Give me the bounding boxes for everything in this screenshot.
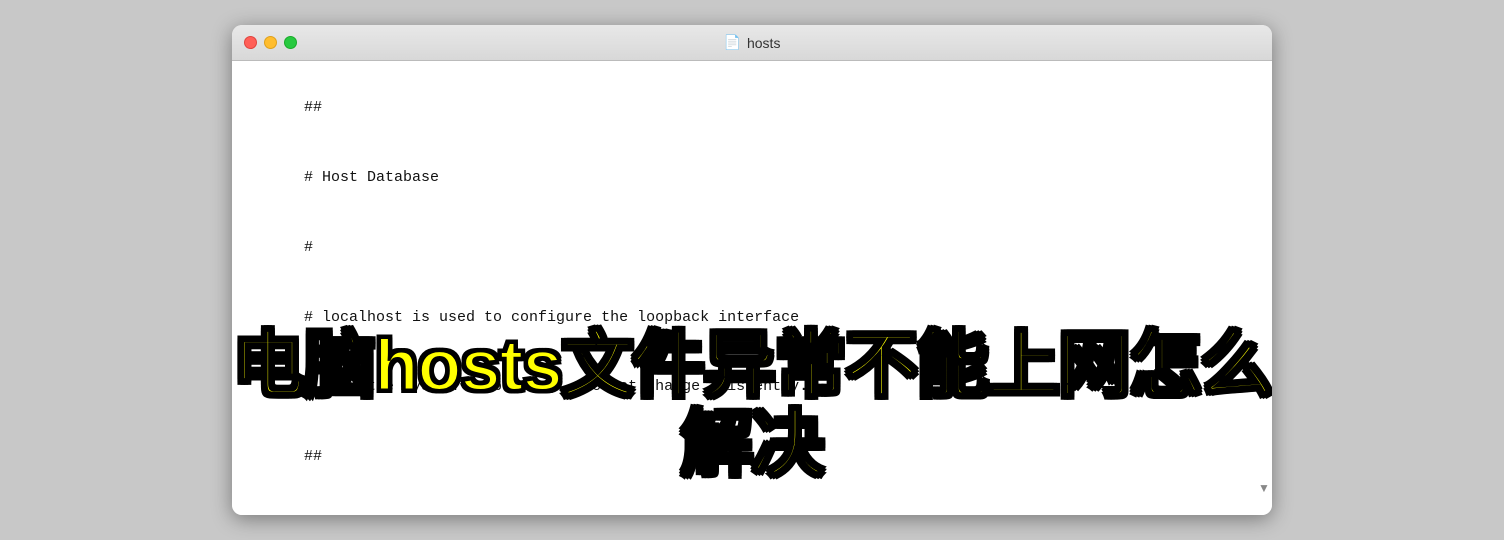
window-title: hosts <box>747 35 780 51</box>
editor-line-3-wrap: # <box>250 213 1254 283</box>
editor-content: ## <box>250 73 1254 143</box>
file-icon: 📄 <box>724 34 741 51</box>
minimize-button[interactable] <box>264 36 277 49</box>
window-title-area: 📄 hosts <box>724 34 781 51</box>
maximize-button[interactable] <box>284 36 297 49</box>
editor-line-2-wrap: # Host Database <box>250 143 1254 213</box>
overlay-title: 电脑hosts文件异常不能上网怎么解决 <box>232 327 1272 485</box>
traffic-lights <box>244 36 297 49</box>
title-bar: 📄 hosts <box>232 25 1272 61</box>
editor-line-7-wrap: 127.0.0.1 <box>250 492 1254 516</box>
editor-line-3: # <box>304 239 313 256</box>
editor-area[interactable]: ## # Host Database # # localhost is used… <box>232 61 1272 515</box>
editor-line-2: # Host Database <box>304 169 439 186</box>
close-button[interactable] <box>244 36 257 49</box>
editor-line-4: # localhost is used to configure the loo… <box>304 309 799 326</box>
editor-line-1: ## <box>304 99 322 116</box>
window: 📄 hosts ## # Host Database # # localhost… <box>232 25 1272 515</box>
